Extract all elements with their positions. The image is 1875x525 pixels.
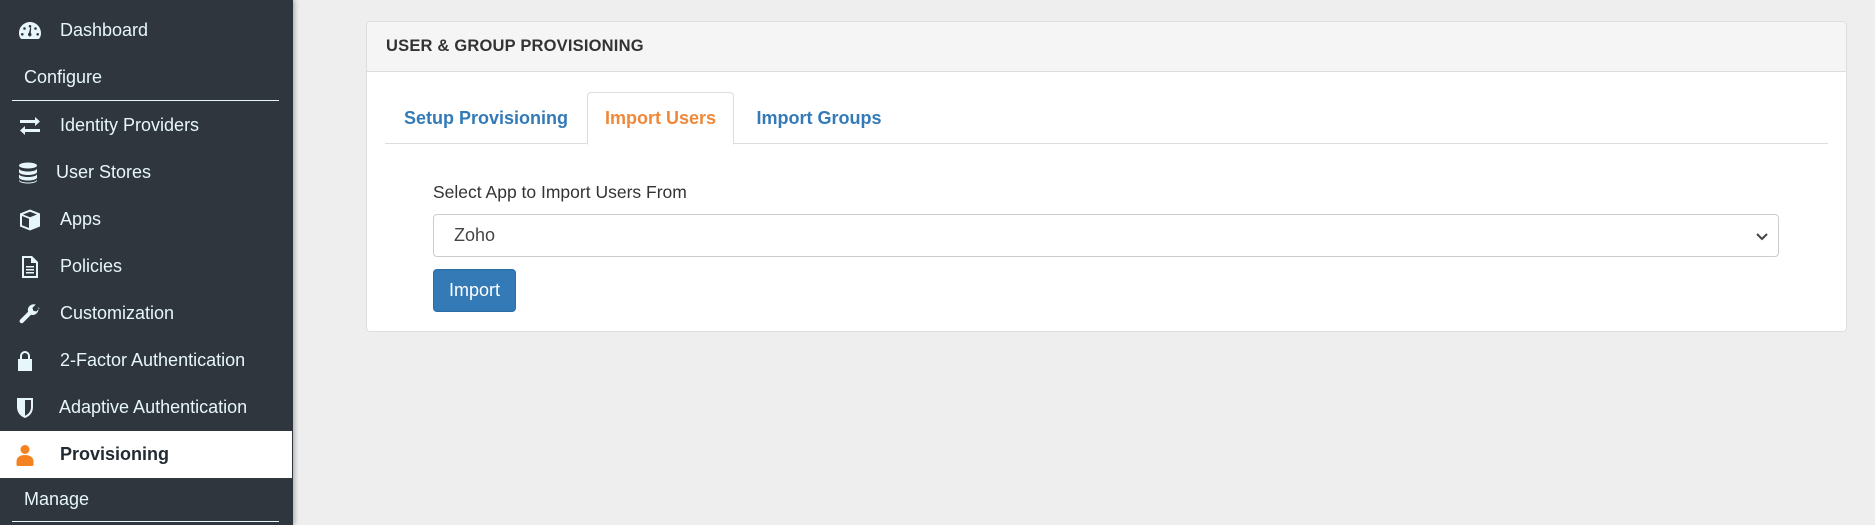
sidebar-item-2fa[interactable]: 2-Factor Authentication [0, 337, 292, 384]
lock-icon [0, 337, 50, 384]
divider [12, 100, 279, 101]
app-select[interactable]: Zoho [433, 214, 1779, 257]
sidebar: Dashboard Configure Identity Providers U… [0, 0, 293, 525]
sidebar-item-dashboard[interactable]: Dashboard [0, 7, 292, 54]
shield-icon [0, 384, 50, 431]
sidebar-item-identity-providers[interactable]: Identity Providers [0, 102, 292, 149]
section-configure: Configure [24, 67, 103, 87]
import-button[interactable]: Import [433, 269, 516, 312]
tab-bar: Setup Provisioning Import Users Import G… [385, 92, 1828, 145]
sidebar-item-label: 2-Factor Authentication [60, 350, 246, 370]
sidebar-item-policies[interactable]: Policies [0, 243, 292, 290]
app-select-value: Zoho [454, 225, 496, 245]
tab-import-groups[interactable]: Import Groups [734, 92, 904, 144]
select-app-label: Select App to Import Users From [433, 182, 687, 202]
panel-title: USER & GROUP PROVISIONING [386, 37, 644, 55]
sidebar-item-apps[interactable]: Apps [0, 196, 292, 243]
provisioning-panel: USER & GROUP PROVISIONING Setup Provisio… [366, 21, 1847, 332]
exchange-arrows-icon [0, 102, 60, 149]
document-icon [0, 243, 60, 290]
tab-setup-provisioning[interactable]: Setup Provisioning [385, 92, 587, 144]
sidebar-item-label: Provisioning [60, 444, 170, 464]
sidebar-item-label: User Stores [56, 162, 152, 182]
panel-header: USER & GROUP PROVISIONING [367, 22, 1846, 72]
dashboard-icon [0, 7, 60, 54]
sidebar-item-customization[interactable]: Customization [0, 290, 292, 337]
wrench-icon [0, 290, 60, 337]
user-icon [0, 431, 50, 478]
section-manage: Manage [24, 489, 90, 509]
sidebar-item-label: Policies [60, 256, 123, 276]
sidebar-item-label: Adaptive Authentication [59, 397, 248, 417]
divider [12, 521, 279, 522]
sidebar-item-adaptive-auth[interactable]: Adaptive Authentication [0, 384, 292, 431]
sidebar-item-label: Identity Providers [60, 115, 200, 135]
sidebar-item-label: Dashboard [60, 20, 149, 40]
sidebar-item-label: Apps [60, 209, 102, 229]
sidebar-item-provisioning[interactable]: Provisioning [0, 431, 292, 478]
sidebar-item-label: Customization [60, 303, 175, 323]
sidebar-item-user-stores[interactable]: User Stores [0, 149, 292, 196]
tab-import-users[interactable]: Import Users [587, 92, 734, 145]
cube-icon [0, 196, 60, 243]
chevron-down-icon [1756, 233, 1768, 241]
database-icon [0, 149, 56, 196]
